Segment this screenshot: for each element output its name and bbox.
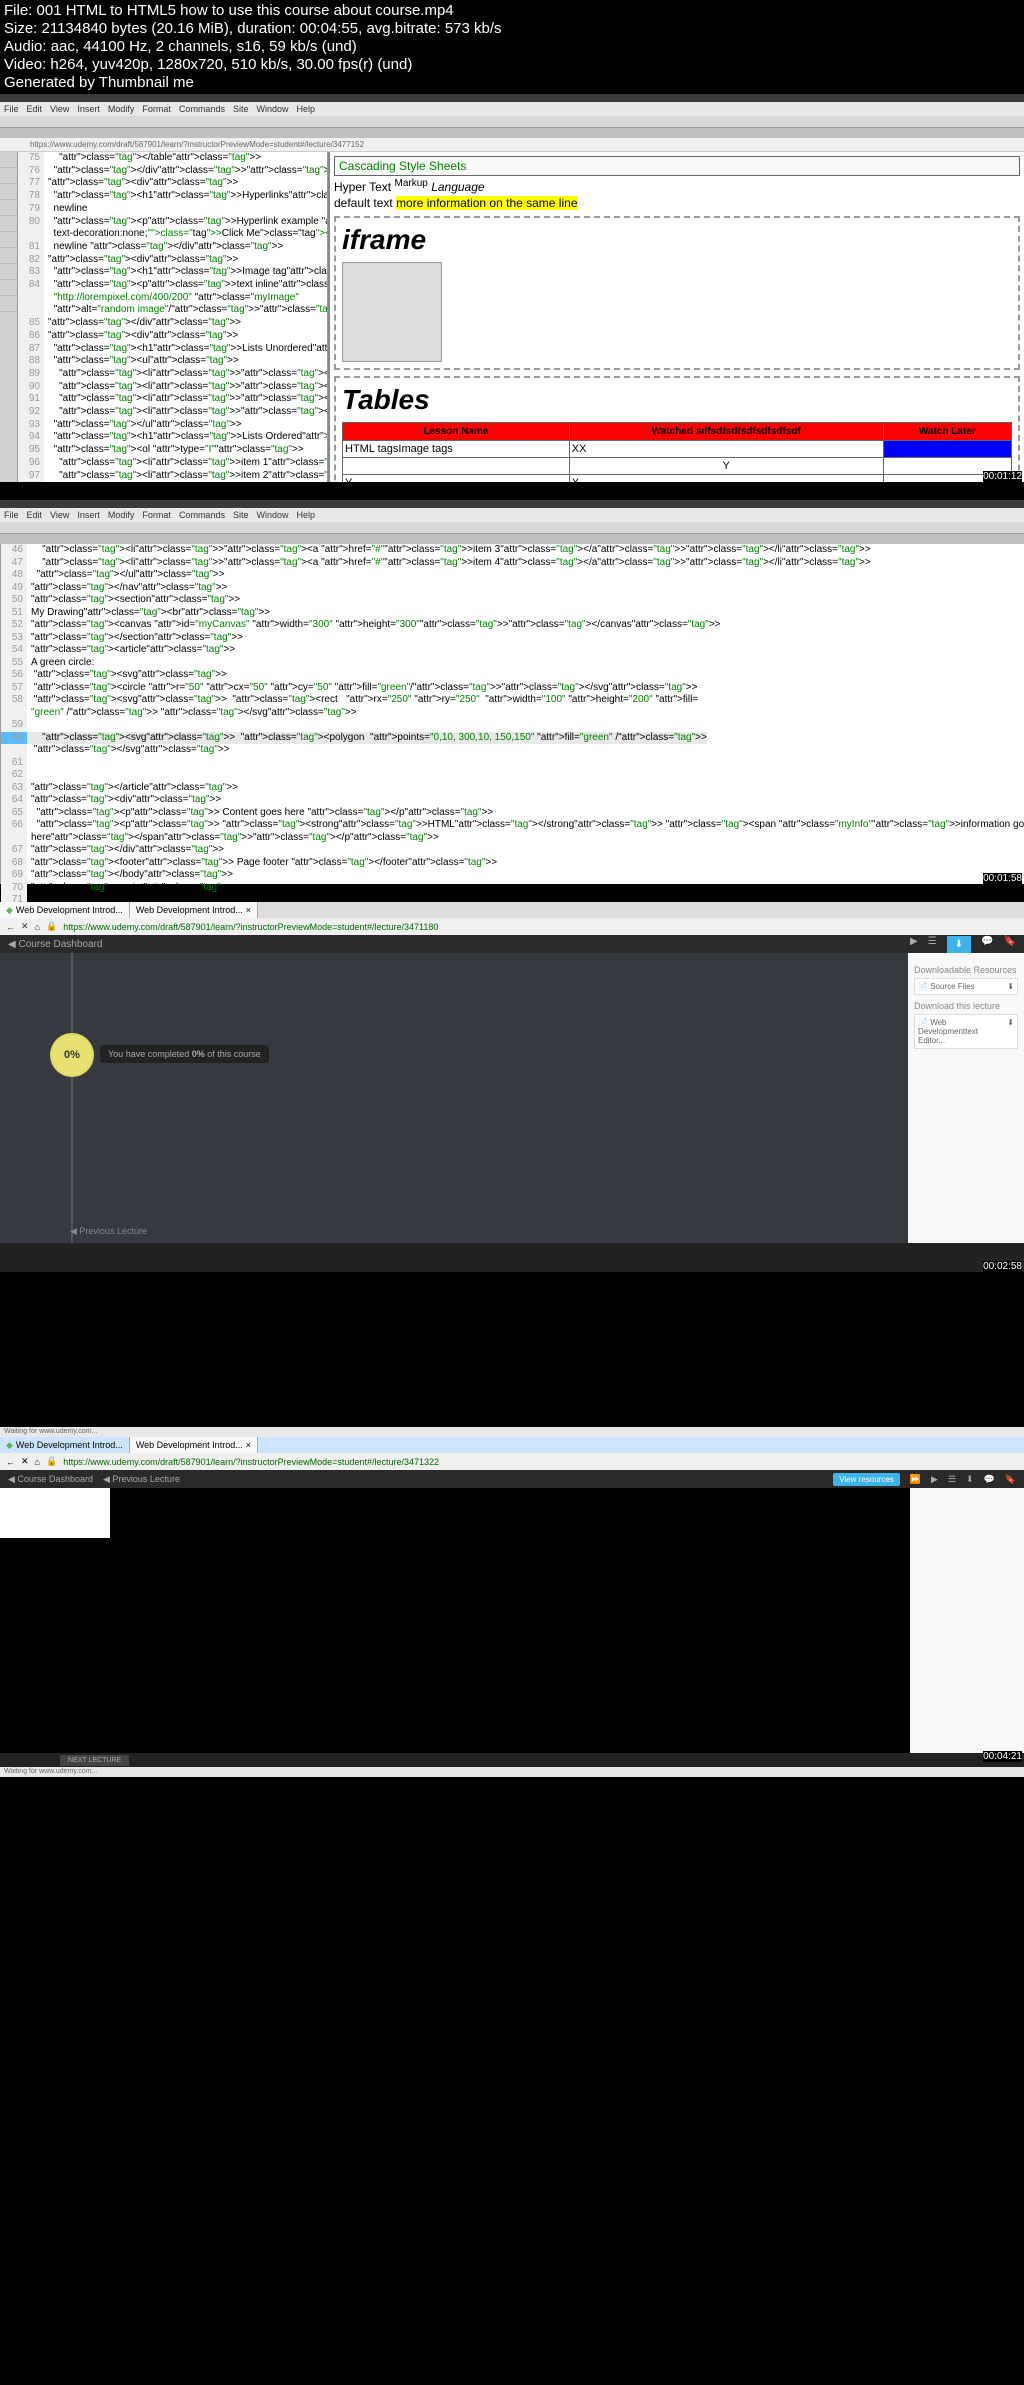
iframe-placeholder	[342, 262, 442, 362]
chat-icon[interactable]: 💬	[984, 1474, 995, 1485]
menubar-2[interactable]: File Edit View Insert Modify Format Comm…	[0, 508, 1024, 522]
menu-view[interactable]: View	[50, 104, 69, 114]
menu-commands[interactable]: Commands	[179, 104, 225, 114]
video-area[interactable]	[0, 1488, 910, 1753]
meta-video: Video: h264, yuv420p, 1280x720, 510 kb/s…	[4, 56, 1020, 74]
timestamp: 00:01:12	[983, 471, 1022, 482]
downloadable-header: Downloadable Resources	[914, 965, 1018, 975]
status-bar-bottom: Waiting for www.udemy.com...	[0, 1767, 1024, 1777]
menu-window[interactable]: Window	[256, 104, 288, 114]
download-icon[interactable]: ⬇	[1007, 982, 1014, 991]
file-tabs[interactable]	[0, 128, 1024, 138]
tables-section: Tables Lesson Name Watched sdfsdfsdfsdfs…	[334, 376, 1020, 482]
next-lecture-button[interactable]: NEXT LECTURE	[60, 1755, 129, 1766]
timestamp-3: 00:02:58	[983, 1261, 1022, 1272]
home-icon[interactable]: ⌂	[35, 922, 40, 932]
tab-1[interactable]: ◆Web Development Introd...	[0, 902, 130, 918]
course-timeline[interactable]: 0% You have completed 0% of this course …	[0, 953, 908, 1243]
code-editor-2[interactable]: 46 "attr">class="tag"><li"attr">class="t…	[1, 544, 1024, 884]
browser-tabs[interactable]: ◆Web Development Introd... Web Developme…	[0, 902, 1024, 918]
browser-panel-4: Waiting for www.udemy.com... ◆Web Develo…	[0, 1427, 1024, 1762]
tables-heading: Tables	[342, 384, 1012, 416]
meta-audio: Audio: aac, 44100 Hz, 2 channels, s16, 5…	[4, 38, 1020, 56]
meta-file: File: 001 HTML to HTML5 how to use this …	[4, 2, 1020, 20]
iframe-section: iframe	[334, 216, 1020, 370]
css-title: Cascading Style Sheets	[334, 156, 1020, 176]
menu-help[interactable]: Help	[296, 104, 315, 114]
back-icon[interactable]: ←	[6, 922, 15, 932]
timestamp-4: 00:04:21	[983, 1751, 1022, 1762]
white-box	[0, 1488, 110, 1538]
meta-size: Size: 21134840 bytes (20.16 MiB), durati…	[4, 20, 1020, 38]
status-bar: Waiting for www.udemy.com...	[0, 1427, 1024, 1437]
speed-icon[interactable]: ⏩	[910, 1474, 921, 1485]
dreamweaver-panel-2: File Edit View Insert Modify Format Comm…	[0, 500, 1024, 884]
download-icon[interactable]: ⬇	[947, 936, 971, 953]
source-files-item[interactable]: 📄 Source Files⬇	[914, 978, 1018, 995]
menubar[interactable]: File Edit View Insert Modify Format Comm…	[0, 102, 1024, 116]
chevron-right-icon[interactable]: ▶	[910, 936, 918, 953]
reload-icon[interactable]: ✕	[21, 1456, 29, 1467]
menu-format[interactable]: Format	[142, 104, 171, 114]
tab-2[interactable]: Web Development Introd...×	[130, 902, 258, 918]
th-later: Watch Later	[883, 423, 1011, 441]
menu-edit[interactable]: Edit	[27, 104, 43, 114]
home-icon[interactable]: ⌂	[35, 1457, 40, 1467]
menu-file[interactable]: File	[4, 104, 19, 114]
download-icon[interactable]: ⬇	[966, 1474, 974, 1485]
dashboard-link[interactable]: ◀ Course Dashboard	[8, 939, 102, 950]
th-lesson: Lesson Name	[343, 423, 570, 441]
tab-1[interactable]: ◆Web Development Introd...	[0, 1437, 130, 1453]
back-icon[interactable]: ←	[6, 1457, 15, 1467]
markup-text: Hyper Text Markup Language	[334, 178, 1020, 194]
meta-generator: Generated by Thumbnail me	[4, 74, 1020, 92]
bookmark-icon[interactable]: 🔖	[1005, 1474, 1016, 1485]
chat-icon[interactable]: 💬	[981, 936, 993, 953]
list-icon[interactable]: ☰	[928, 936, 937, 953]
course-topbar-4: ◀ Course Dashboard ◀ Previous Lecture Vi…	[0, 1470, 1024, 1488]
code-editor[interactable]: 75 "attr">class="tag"></table"attr">clas…	[18, 152, 328, 482]
browser-panel-3: ◆Web Development Introd... Web Developme…	[0, 902, 1024, 1272]
menu-modify[interactable]: Modify	[108, 104, 135, 114]
previous-lecture-link[interactable]: ◀ Previous Lecture	[70, 1226, 147, 1237]
browser-tabs-4[interactable]: ◆Web Development Introd... Web Developme…	[0, 1437, 1024, 1453]
url-bar-3[interactable]: ← ✕ ⌂ 🔒 https://www.udemy.com/draft/5879…	[0, 918, 1024, 935]
bottom-bar: NEXT LECTURE	[0, 1753, 1024, 1767]
menu-insert[interactable]: Insert	[77, 104, 100, 114]
url-text[interactable]: https://www.udemy.com/draft/587901/learn…	[63, 922, 438, 932]
lock-icon: 🔒	[46, 921, 57, 932]
close-icon[interactable]: ×	[246, 905, 251, 915]
video-metadata: File: 001 HTML to HTML5 how to use this …	[0, 0, 1024, 94]
resources-panel: Downloadable Resources 📄 Source Files⬇ D…	[908, 953, 1024, 1243]
th-watched: Watched sdfsdfsdfsdfsdfsdfsdf	[569, 423, 883, 441]
reload-icon[interactable]: ✕	[21, 921, 29, 932]
default-text-line: default text more information on the sam…	[334, 196, 1020, 210]
tool-sidebar[interactable]	[0, 152, 18, 482]
chevron-right-icon[interactable]: ▶	[931, 1474, 938, 1485]
list-icon[interactable]: ☰	[948, 1474, 956, 1485]
download-icon[interactable]: ⬇	[1007, 1018, 1014, 1045]
live-preview: Cascading Style Sheets Hyper Text Markup…	[328, 152, 1024, 482]
lock-icon: 🔒	[46, 1456, 57, 1467]
progress-message: You have completed 0% of this course	[100, 1045, 269, 1063]
data-table: Lesson Name Watched sdfsdfsdfsdfsdfsdfsd…	[342, 422, 1012, 482]
dreamweaver-panel-1: File Edit View Insert Modify Format Comm…	[0, 94, 1024, 482]
view-resources-button[interactable]: View resources	[833, 1473, 900, 1486]
progress-indicator: 0%	[50, 1033, 94, 1077]
url-bar-4[interactable]: ← ✕ ⌂ 🔒 https://www.udemy.com/draft/5879…	[0, 1453, 1024, 1470]
dashboard-link[interactable]: ◀ Course Dashboard ◀ Previous Lecture	[8, 1474, 180, 1485]
menu-site[interactable]: Site	[233, 104, 249, 114]
iframe-heading: iframe	[342, 224, 1012, 256]
bookmark-icon[interactable]: 🔖	[1004, 936, 1016, 953]
url-text[interactable]: https://www.udemy.com/draft/587901/learn…	[63, 1457, 439, 1467]
right-panel	[910, 1488, 1024, 1753]
url-bar[interactable]: https://www.udemy.com/draft/587901/learn…	[0, 138, 1024, 152]
toolbar[interactable]	[0, 116, 1024, 128]
download-lecture-header: Download this lecture	[914, 1001, 1018, 1011]
close-icon[interactable]: ×	[246, 1440, 251, 1450]
tab-2[interactable]: Web Development Introd...×	[130, 1437, 258, 1453]
course-topbar: ◀ Course Dashboard ▶ ☰ ⬇ 💬 🔖	[0, 935, 1024, 953]
editor-item[interactable]: 📄 Web Developmenttext Editor...⬇	[914, 1014, 1018, 1049]
timestamp-2: 00:01:58	[983, 873, 1022, 884]
